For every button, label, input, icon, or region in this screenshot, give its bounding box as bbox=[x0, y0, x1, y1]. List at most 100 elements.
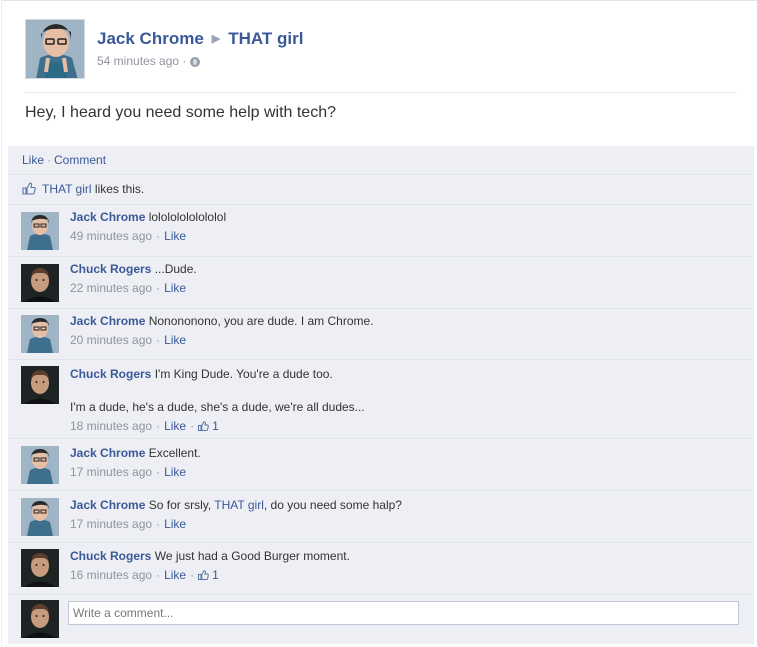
commenter-avatar[interactable] bbox=[21, 264, 59, 302]
comment-body: Jack Chrome So for srsly, THAT girl, do … bbox=[70, 497, 730, 533]
story-card: Jack Chrome ▶ THAT girl 54 minutes ago · H… bbox=[1, 0, 758, 646]
comment-like-link[interactable]: Like bbox=[164, 333, 186, 347]
arrow-right-icon: ▶ bbox=[211, 33, 221, 45]
globe-icon[interactable] bbox=[190, 57, 201, 67]
comment-item: Chuck Rogers We just had a Good Burger m… bbox=[8, 548, 754, 594]
likes-suffix: likes this. bbox=[91, 182, 145, 196]
thumbs-up-icon bbox=[198, 421, 209, 431]
comment-link[interactable]: Comment bbox=[54, 153, 106, 167]
row-divider bbox=[8, 174, 754, 175]
commenter-avatar[interactable] bbox=[21, 498, 59, 536]
comment-like-link[interactable]: Like bbox=[164, 229, 186, 243]
comment-text: Excellent. bbox=[148, 446, 201, 460]
like-link[interactable]: Like bbox=[22, 153, 44, 167]
comment-item: Chuck Rogers I'm King Dude. You're a dud… bbox=[8, 366, 754, 438]
comment-like-count[interactable]: 1 bbox=[198, 568, 219, 582]
row-divider bbox=[8, 438, 754, 439]
thumbs-up-icon bbox=[22, 182, 36, 195]
comment-timestamp[interactable]: 17 minutes ago bbox=[70, 465, 152, 479]
meta-separator: · bbox=[190, 568, 195, 582]
commenter-avatar[interactable] bbox=[21, 549, 59, 587]
comment-item: Chuck Rogers ...Dude. 22 minutes ago · Lik… bbox=[8, 261, 754, 307]
commenter-avatar[interactable] bbox=[21, 366, 59, 404]
comment-body: Jack Chrome Excellent. 17 minutes ago · Li… bbox=[70, 445, 730, 481]
comment-author-link[interactable]: Chuck Rogers bbox=[70, 262, 151, 276]
feedback-section: Like · Comment THAT girl likes this. Jac… bbox=[8, 146, 754, 644]
comment-text-post: , do you need some halp? bbox=[263, 498, 402, 512]
comment-like-link[interactable]: Like bbox=[164, 281, 186, 295]
like-count-text: 1 bbox=[212, 419, 219, 433]
meta-separator: · bbox=[156, 568, 161, 582]
post-meta: 54 minutes ago · bbox=[97, 54, 201, 68]
comment-timestamp[interactable]: 17 minutes ago bbox=[70, 517, 152, 531]
commenter-avatar[interactable] bbox=[21, 315, 59, 353]
comment-body: Jack Chrome lolololololololol 49 minutes… bbox=[70, 209, 730, 245]
comment-item: Jack Chrome Nonononono, you are dude. I … bbox=[8, 313, 754, 359]
post-header: Jack Chrome ▶ THAT girl 54 minutes ago · bbox=[25, 19, 737, 81]
chuck-avatar-image bbox=[21, 600, 59, 638]
comment-body: Jack Chrome Nonononono, you are dude. I … bbox=[70, 313, 730, 349]
commenter-avatar[interactable] bbox=[21, 212, 59, 250]
comment-body: Chuck Rogers We just had a Good Burger m… bbox=[70, 548, 730, 584]
chuck-avatar-image bbox=[21, 264, 59, 302]
meta-separator: · bbox=[156, 229, 161, 243]
meta-separator: · bbox=[156, 465, 161, 479]
row-divider bbox=[8, 359, 754, 360]
comment-text: I'm King Dude. You're a dude too. bbox=[154, 367, 333, 381]
comment-input-placeholder: Write a comment... bbox=[73, 606, 174, 620]
comment-author-link[interactable]: Jack Chrome bbox=[70, 446, 145, 460]
thumbs-up-icon bbox=[198, 570, 209, 580]
comment-author-link[interactable]: Chuck Rogers bbox=[70, 549, 151, 563]
comment-like-count[interactable]: 1 bbox=[198, 419, 219, 433]
likes-summary: THAT girl likes this. bbox=[22, 182, 144, 196]
comment-timestamp[interactable]: 22 minutes ago bbox=[70, 281, 152, 295]
chuck-avatar-image bbox=[21, 366, 59, 404]
comment-like-link[interactable]: Like bbox=[164, 517, 186, 531]
meta-separator: · bbox=[156, 517, 161, 531]
meta-separator: · bbox=[156, 281, 161, 295]
comment-author-link[interactable]: Jack Chrome bbox=[70, 210, 145, 224]
author-avatar[interactable] bbox=[25, 19, 85, 79]
meta-separator: · bbox=[156, 419, 161, 433]
post-timestamp[interactable]: 54 minutes ago bbox=[97, 54, 179, 68]
row-divider bbox=[8, 594, 754, 595]
mention-link[interactable]: THAT girl bbox=[214, 498, 264, 512]
commenter-avatar[interactable] bbox=[21, 446, 59, 484]
comment-timestamp[interactable]: 49 minutes ago bbox=[70, 229, 152, 243]
viewer-avatar[interactable] bbox=[21, 600, 59, 638]
comment-timestamp[interactable]: 18 minutes ago bbox=[70, 419, 152, 433]
comment-author-link[interactable]: Jack Chrome bbox=[70, 314, 145, 328]
post-message: Hey, I heard you need some help with tec… bbox=[25, 104, 336, 121]
row-divider bbox=[8, 308, 754, 309]
comment-text-second-line: I'm a dude, he's a dude, she's a dude, w… bbox=[70, 400, 365, 414]
comment-author-link[interactable]: Jack Chrome bbox=[70, 498, 145, 512]
liker-link[interactable]: THAT girl bbox=[42, 182, 92, 196]
comment-input[interactable]: Write a comment... bbox=[68, 601, 739, 625]
meta-separator: · bbox=[156, 333, 161, 347]
jack-avatar-image bbox=[21, 446, 59, 484]
jack-avatar-image bbox=[21, 212, 59, 250]
action-links: Like · Comment bbox=[22, 153, 106, 167]
comment-text: We just had a Good Burger moment. bbox=[154, 549, 350, 563]
comment-item: Jack Chrome Excellent. 17 minutes ago · Li… bbox=[8, 445, 754, 491]
comment-body: Chuck Rogers I'm King Dude. You're a dud… bbox=[70, 366, 730, 435]
jack-avatar-image bbox=[21, 498, 59, 536]
row-divider bbox=[8, 542, 754, 543]
comment-like-link[interactable]: Like bbox=[164, 465, 186, 479]
comment-author-link[interactable]: Chuck Rogers bbox=[70, 367, 151, 381]
comment-timestamp[interactable]: 20 minutes ago bbox=[70, 333, 152, 347]
post-target-link[interactable]: THAT girl bbox=[228, 29, 303, 48]
comment-like-link[interactable]: Like bbox=[164, 568, 186, 582]
row-divider bbox=[8, 256, 754, 257]
comment-timestamp[interactable]: 16 minutes ago bbox=[70, 568, 152, 582]
post-author-link[interactable]: Jack Chrome bbox=[97, 29, 204, 48]
post-author-line: Jack Chrome ▶ THAT girl bbox=[97, 29, 303, 49]
action-separator: · bbox=[47, 153, 52, 167]
comment-body: Chuck Rogers ...Dude. 22 minutes ago · Lik… bbox=[70, 261, 730, 297]
comment-item: Jack Chrome So for srsly, THAT girl, do … bbox=[8, 497, 754, 543]
comment-item: Jack Chrome lolololololololol 49 minutes… bbox=[8, 209, 754, 255]
comment-like-link[interactable]: Like bbox=[164, 419, 186, 433]
comment-text-pre: So for srsly, bbox=[148, 498, 215, 512]
meta-separator: · bbox=[182, 54, 187, 68]
comment-text: Nonononono, you are dude. I am Chrome. bbox=[148, 314, 374, 328]
